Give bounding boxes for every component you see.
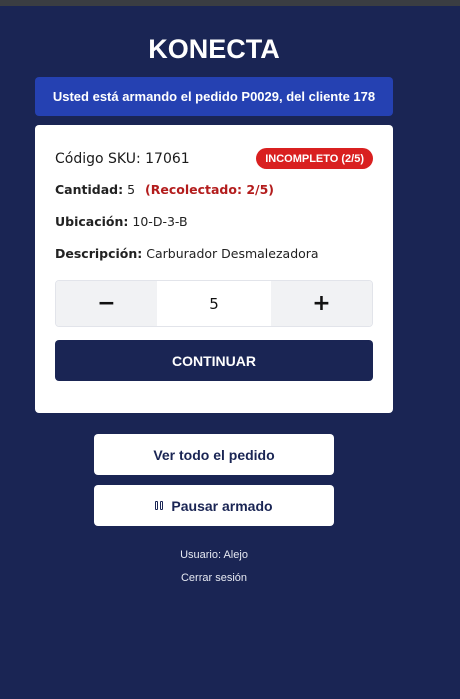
decrement-button[interactable]: −	[56, 281, 157, 326]
banner-prefix: Usted está armando el pedido	[52, 89, 242, 104]
pause-button[interactable]: Pausar armado	[94, 485, 334, 526]
location-value: 10-D-3-B	[132, 214, 188, 229]
logout-link[interactable]: Cerrar sesión	[0, 572, 428, 584]
browser-top-bar	[0, 0, 460, 6]
quantity-input[interactable]: 5	[157, 281, 271, 326]
increment-button[interactable]: +	[271, 281, 372, 326]
location-line: Ubicación: 10-D-3-B	[55, 214, 188, 229]
order-banner: Usted está armando el pedido P0029, del …	[35, 77, 393, 116]
pause-icon	[155, 501, 164, 510]
pause-label: Pausar armado	[171, 497, 273, 514]
status-badge: INCOMPLETO (2/5)	[256, 148, 373, 169]
banner-middle: , del cliente	[279, 89, 354, 104]
app-title: KONECTA	[148, 34, 280, 64]
sku-row: Código SKU: 17061 INCOMPLETO (2/5)	[55, 148, 373, 170]
quantity-line: Cantidad: 5 (Recolectado: 2/5)	[55, 182, 274, 197]
sku-label: Código SKU: 17061	[55, 151, 190, 167]
banner-client-id: 178	[353, 89, 376, 104]
description-key: Descripción:	[55, 246, 143, 261]
quantity-value: 5	[127, 182, 136, 197]
user-label: Usuario: Alejo	[180, 549, 248, 561]
banner-order-id: P0029	[241, 89, 279, 104]
view-order-button[interactable]: Ver todo el pedido	[94, 434, 334, 475]
quantity-stepper: − 5 +	[55, 280, 373, 327]
description-line: Descripción: Carburador Desmalezadora	[55, 246, 319, 261]
view-order-label: Ver todo el pedido	[153, 446, 275, 463]
location-key: Ubicación:	[55, 214, 129, 229]
description-value: Carburador Desmalezadora	[146, 246, 319, 261]
collected-label: (Recolectado: 2/5)	[145, 182, 274, 197]
continue-button[interactable]: CONTINUAR	[55, 340, 373, 381]
quantity-key: Cantidad:	[55, 182, 124, 197]
item-card: Código SKU: 17061 INCOMPLETO (2/5) Canti…	[35, 125, 393, 413]
